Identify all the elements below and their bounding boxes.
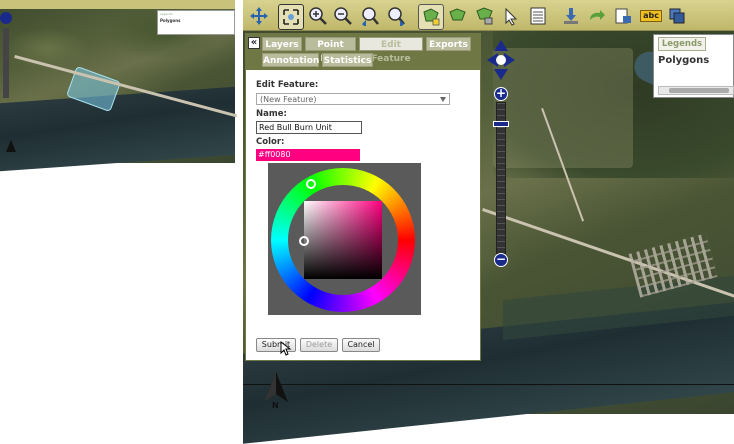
tab-statistics[interactable]: Statistics bbox=[322, 53, 373, 67]
pan-down-icon[interactable] bbox=[494, 69, 508, 80]
legends-tab[interactable]: Legends bbox=[658, 37, 706, 51]
edit-polygon-icon[interactable] bbox=[446, 4, 470, 28]
redo-arrow-icon[interactable] bbox=[585, 4, 609, 28]
edit-feature-select-value: (New Feature) bbox=[260, 95, 317, 104]
attribute-table-icon[interactable] bbox=[526, 4, 550, 28]
zoom-slider-handle[interactable] bbox=[493, 121, 509, 127]
color-field[interactable]: #ff0080 bbox=[256, 149, 360, 161]
pan-up-icon[interactable] bbox=[494, 40, 508, 51]
tab-layers[interactable]: Layers bbox=[262, 37, 302, 51]
thumbnail-north-arrow-icon bbox=[6, 140, 16, 152]
tab-point-edit[interactable]: Point Edit bbox=[305, 37, 356, 64]
color-picker[interactable] bbox=[268, 163, 421, 315]
saturation-square[interactable] bbox=[304, 201, 382, 279]
saturation-handle[interactable] bbox=[299, 236, 309, 246]
delete-button[interactable]: Delete bbox=[300, 338, 338, 352]
zoom-in-icon[interactable] bbox=[306, 4, 330, 28]
tab-annotation[interactable]: Annotation bbox=[262, 53, 319, 67]
zoom-out-button[interactable]: − bbox=[494, 253, 508, 267]
pan-icon[interactable] bbox=[247, 4, 271, 28]
zoom-out-icon[interactable] bbox=[331, 4, 355, 28]
thumbnail-nav[interactable] bbox=[0, 12, 12, 24]
thumbnail-river bbox=[0, 86, 235, 172]
map-line bbox=[243, 384, 734, 385]
collapse-panel-button[interactable]: « bbox=[248, 37, 260, 49]
chevron-down-icon bbox=[440, 97, 446, 102]
identify-icon[interactable] bbox=[499, 4, 523, 28]
pan-navigator[interactable] bbox=[487, 40, 515, 80]
download-icon[interactable] bbox=[559, 4, 583, 28]
thumbnail-legend-title: Polygons bbox=[160, 18, 181, 23]
color-field-value: #ff0080 bbox=[258, 150, 291, 159]
thumbnail-zoom-bar bbox=[3, 28, 9, 98]
legends-panel: Legends Polygons bbox=[653, 34, 734, 98]
tab-edit-feature[interactable]: Edit Feature bbox=[359, 37, 423, 64]
name-field-value: Red Bull Burn Unit bbox=[259, 123, 332, 132]
layer-stack-icon[interactable] bbox=[665, 4, 689, 28]
zoom-extent-icon[interactable] bbox=[278, 4, 304, 30]
zoom-previous-icon[interactable] bbox=[358, 4, 382, 28]
color-label: Color: bbox=[256, 137, 285, 147]
thumbnail-toolbar bbox=[0, 0, 235, 9]
tool-panel: « Layers Point Edit Edit Feature Exports… bbox=[245, 33, 481, 361]
toolbar: abc bbox=[243, 0, 734, 31]
tab-exports[interactable]: Exports bbox=[426, 37, 471, 51]
edit-feature-select[interactable]: (New Feature) bbox=[256, 93, 450, 105]
legends-scroll-thumb[interactable] bbox=[669, 88, 729, 93]
thumbnail-legend-tab: Legends bbox=[160, 12, 173, 16]
zoom-in-button[interactable]: + bbox=[494, 87, 508, 101]
mouse-cursor-icon bbox=[280, 340, 292, 360]
name-field[interactable]: Red Bull Burn Unit bbox=[256, 121, 362, 134]
legends-title: Polygons bbox=[658, 55, 710, 66]
north-arrow-icon: N bbox=[262, 372, 290, 414]
edit-feature-label: Edit Feature: bbox=[256, 80, 319, 90]
cancel-button[interactable]: Cancel bbox=[342, 338, 380, 352]
select-feature-icon[interactable] bbox=[473, 4, 497, 28]
thumbnail-legend: Legends Polygons bbox=[157, 10, 235, 35]
zoom-next-icon[interactable] bbox=[384, 4, 408, 28]
legends-scrollbar[interactable] bbox=[658, 86, 734, 95]
thumbnail-map: Legends Polygons bbox=[0, 0, 238, 172]
add-polygon-icon[interactable] bbox=[418, 4, 444, 30]
label-abc-icon[interactable]: abc bbox=[639, 4, 663, 28]
legends-tab-label: Legends bbox=[661, 39, 703, 49]
label-abc-text: abc bbox=[640, 10, 662, 22]
hue-handle[interactable] bbox=[306, 179, 316, 189]
print-icon[interactable] bbox=[611, 4, 635, 28]
name-label: Name: bbox=[256, 109, 287, 119]
north-label: N bbox=[272, 401, 279, 410]
